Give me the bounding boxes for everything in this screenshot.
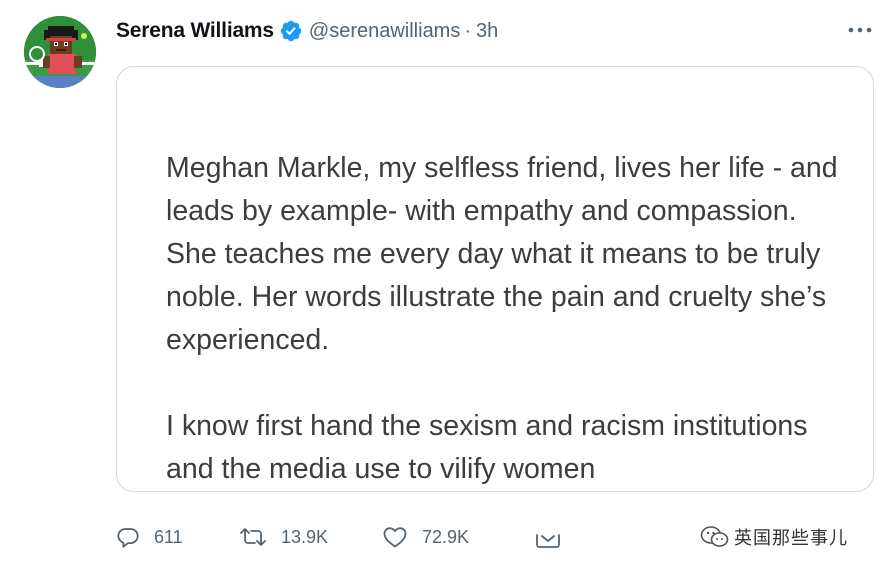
reply-count: 611 <box>154 526 183 547</box>
retweet-button[interactable]: 13.9K <box>239 520 328 554</box>
tweet-header: Serena Williams @serenawilliams · 3h <box>116 16 498 46</box>
retweet-count: 13.9K <box>281 526 329 547</box>
avatar[interactable] <box>24 16 96 88</box>
more-horizontal-icon <box>848 27 872 33</box>
watermark: 英国那些事儿 <box>700 522 848 552</box>
watermark-text: 英国那些事儿 <box>734 528 848 549</box>
share-icon <box>536 534 560 548</box>
card-paragraph-2: I know first hand the sexism and racism … <box>166 410 808 485</box>
heart-icon <box>383 527 407 548</box>
more-options-button[interactable] <box>846 18 874 42</box>
timestamp[interactable]: 3h <box>476 20 498 43</box>
reply-button[interactable]: 611 <box>116 520 183 554</box>
like-count: 72.9K <box>422 526 470 547</box>
tweet: Serena Williams @serenawilliams · 3h Meg… <box>0 0 895 573</box>
verified-badge-icon <box>279 19 303 43</box>
like-button[interactable]: 72.9K <box>382 520 469 554</box>
card-paragraph-1: Meghan Markle, my selfless friend, lives… <box>166 152 838 356</box>
separator-dot: · <box>464 19 472 42</box>
share-button[interactable] <box>534 520 562 554</box>
wechat-logo-icon <box>700 526 729 547</box>
retweet-icon <box>240 528 266 546</box>
reply-icon <box>117 528 139 548</box>
display-name[interactable]: Serena Williams <box>116 19 274 43</box>
card-text: Meghan Markle, my selfless friend, lives… <box>166 147 846 491</box>
tweet-media-card[interactable]: Meghan Markle, my selfless friend, lives… <box>116 66 874 492</box>
handle[interactable]: @serenawilliams <box>309 20 460 43</box>
avatar-pixel-art-image <box>24 16 96 88</box>
